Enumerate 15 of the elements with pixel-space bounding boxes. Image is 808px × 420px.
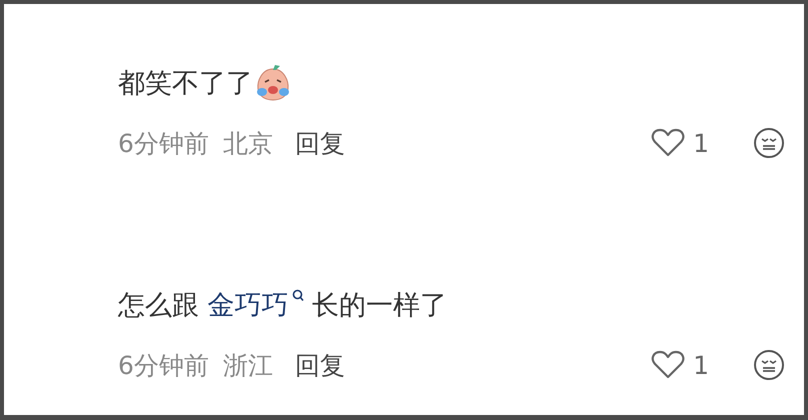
comment-time: 6分钟前 — [118, 128, 209, 160]
like-button[interactable]: 1 — [651, 350, 709, 380]
reply-button[interactable]: 回复 — [294, 126, 345, 160]
search-icon — [292, 289, 304, 303]
like-button[interactable]: 1 — [651, 128, 709, 158]
comment-location: 北京 — [222, 128, 273, 160]
comment-time: 6分钟前 — [118, 350, 209, 382]
comment-text: 怎么跟 — [118, 289, 200, 323]
comment-location: 浙江 — [222, 350, 273, 382]
comment-text: 都笑不了了 — [118, 67, 253, 101]
face-icon[interactable] — [753, 127, 785, 159]
reply-button[interactable]: 回复 — [294, 348, 345, 382]
comment-text: 长的一样了 — [311, 289, 448, 323]
search-link[interactable]: 金巧巧 — [208, 287, 304, 323]
face-icon[interactable] — [753, 349, 785, 381]
